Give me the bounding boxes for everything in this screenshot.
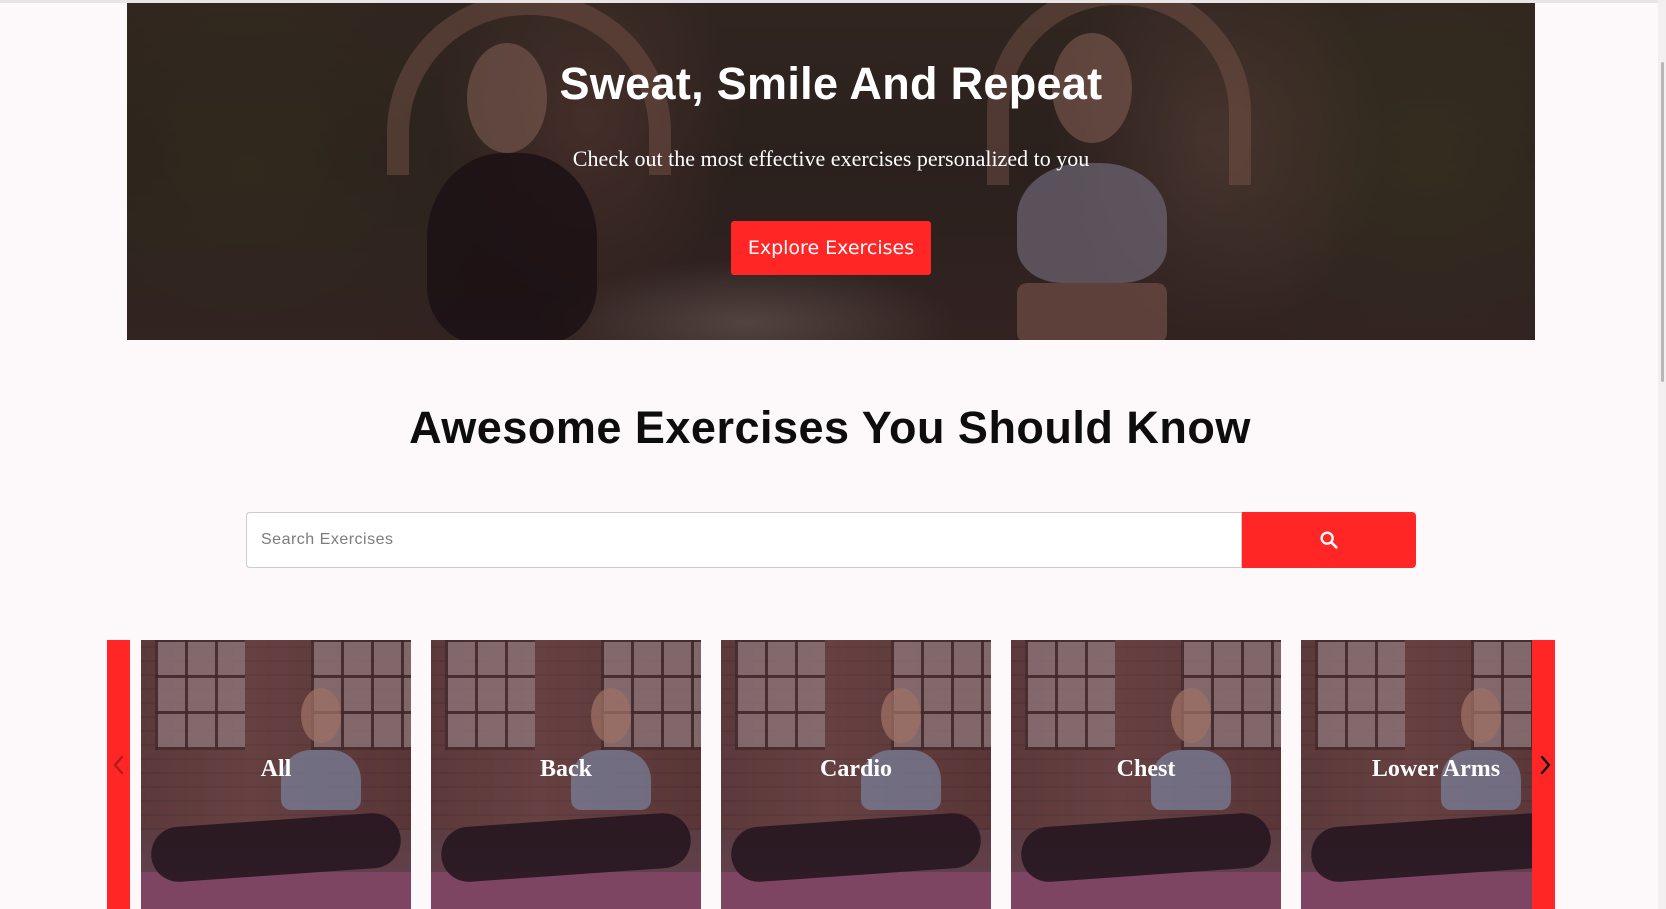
hero-subtitle: Check out the most effective exercises p… (572, 146, 1090, 171)
category-label: All (260, 756, 292, 782)
hero-title: Sweat, Smile And Repeat (559, 58, 1103, 109)
carousel-next-button[interactable] (1533, 750, 1557, 780)
category-card-lower-arms[interactable]: Lower Arms (1301, 640, 1532, 909)
hero-banner: Sweat, Smile And Repeat Check out the mo… (127, 3, 1535, 340)
category-card-back[interactable]: Back (431, 640, 701, 909)
category-label: Back (539, 756, 592, 782)
section-title: Awesome Exercises You Should Know (409, 402, 1251, 453)
carousel-prev-button[interactable] (107, 750, 131, 780)
search-icon (1320, 531, 1338, 549)
category-label: Cardio (820, 756, 892, 782)
search-button[interactable] (1242, 512, 1416, 568)
search-bar (246, 512, 1416, 568)
category-carousel: All Back Cardio Chest Lower Arms (107, 640, 1556, 909)
page-scrollbar[interactable] (1658, 0, 1666, 909)
chevron-right-icon (1540, 755, 1551, 775)
category-card-cardio[interactable]: Cardio (721, 640, 991, 909)
category-label: Chest (1116, 756, 1176, 782)
explore-exercises-button[interactable]: Explore Exercises (731, 221, 931, 275)
scrollbar-thumb[interactable] (1661, 62, 1664, 382)
search-input[interactable] (246, 512, 1242, 568)
category-label: Lower Arms (1371, 756, 1501, 782)
page: Sweat, Smile And Repeat Check out the mo… (0, 0, 1666, 909)
category-card-all[interactable]: All (141, 640, 411, 909)
category-card-chest[interactable]: Chest (1011, 640, 1281, 909)
chevron-left-icon (113, 755, 124, 775)
